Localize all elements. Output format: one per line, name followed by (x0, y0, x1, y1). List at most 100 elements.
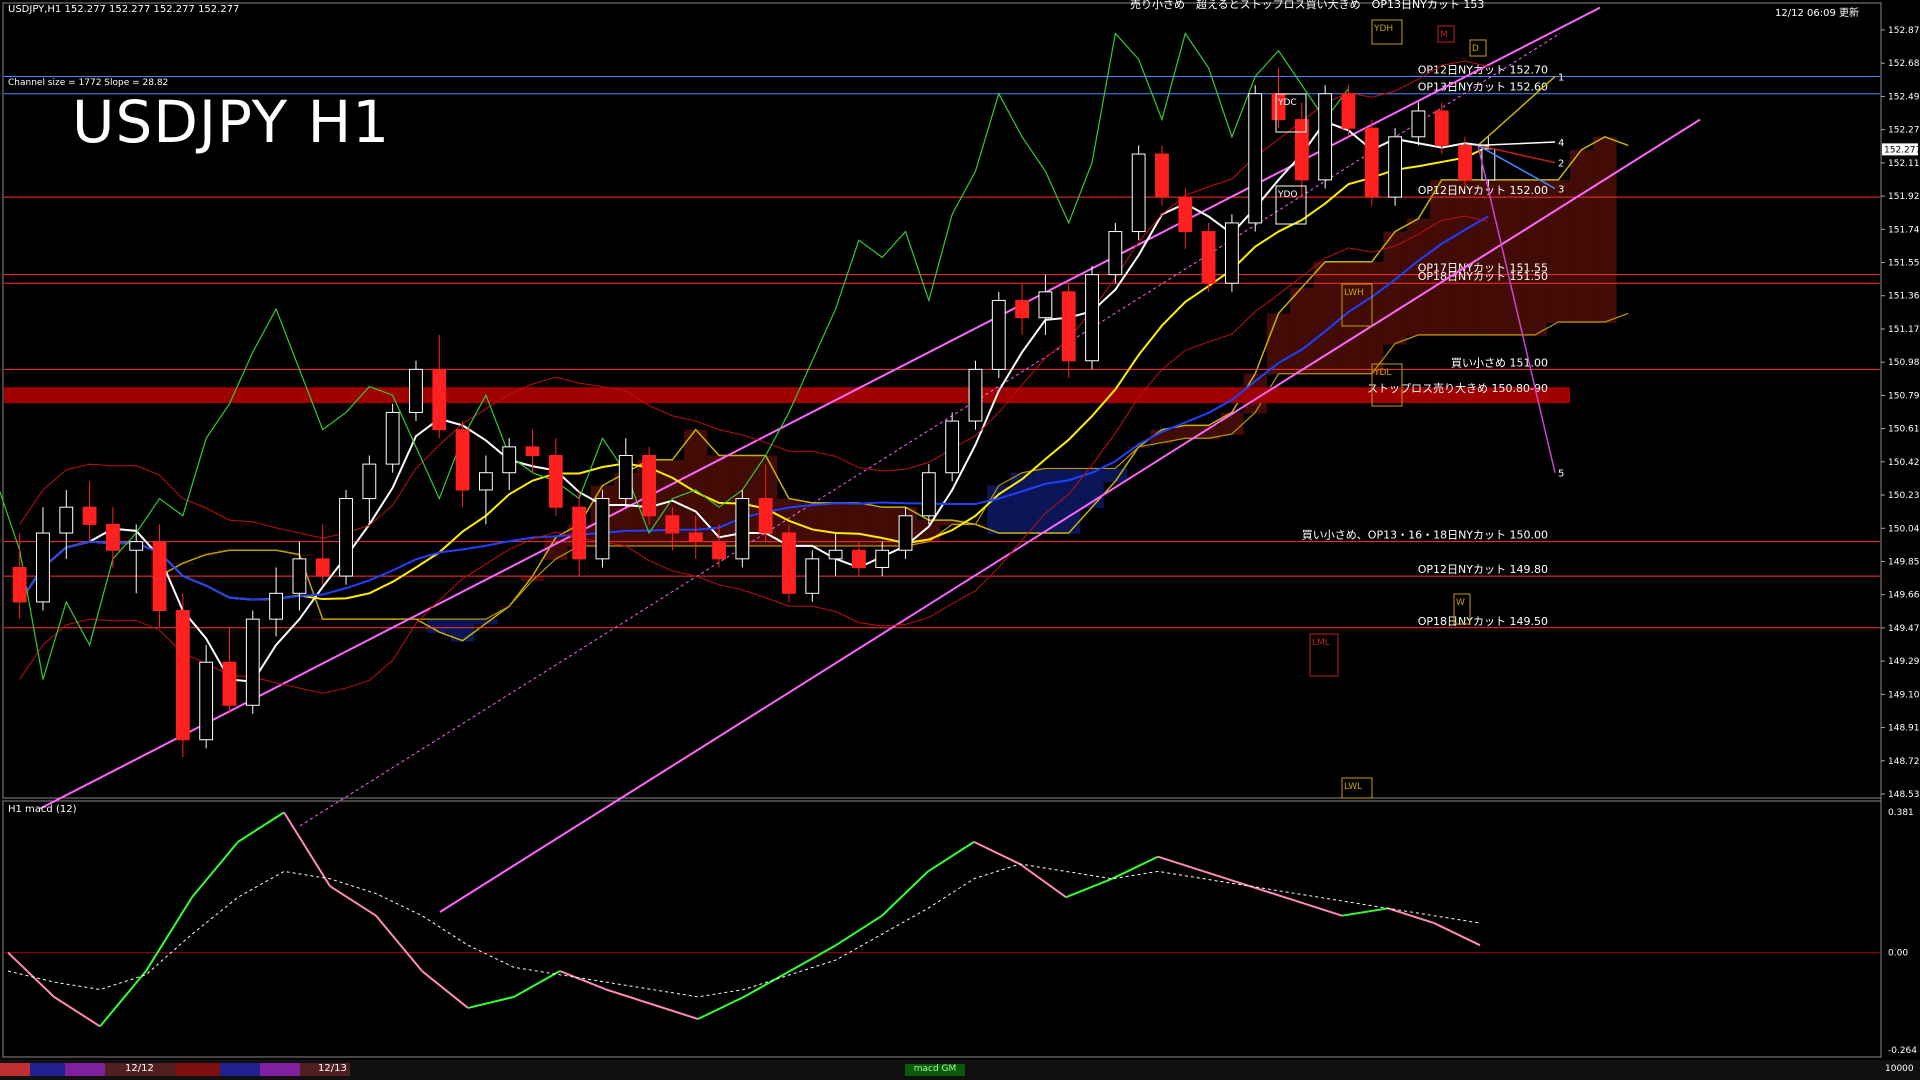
macd-segment (697, 995, 745, 1020)
candle-body (222, 661, 237, 706)
macd-segment (375, 915, 423, 972)
candle-body (1341, 93, 1356, 129)
cloud-segment (1313, 261, 1337, 375)
channel-info: Channel size = 1772 Slope = 28.82 (8, 78, 169, 88)
y-tick-label: 150.040 (1888, 524, 1920, 534)
current-price-label: 152.277 (1884, 145, 1920, 155)
candle-body (409, 368, 423, 413)
candle-body (59, 506, 74, 534)
price-level-label: ストップロス売り大きめ 150.80-90 (1367, 381, 1548, 395)
y-tick-label: 150.610 (1888, 425, 1920, 435)
session-block (65, 1063, 105, 1076)
candle-body (315, 558, 330, 577)
candle-body (968, 368, 983, 422)
projection-label: 5 (1558, 469, 1564, 480)
macd-segment (1387, 907, 1435, 925)
y-tick-label: 151.175 (1888, 325, 1920, 335)
session-block (0, 1063, 30, 1076)
price-level-label: 買い小さめ、OP13・16・18日NYカット 150.00 (1302, 529, 1548, 542)
y-tick-label: 152.495 (1888, 92, 1920, 102)
y-tick-label: 149.475 (1888, 624, 1920, 634)
candle-body (735, 498, 750, 560)
projection-label: 3 (1558, 184, 1564, 195)
price-chart[interactable]: OP12日NYカット 152.70OP13日NYカット 152.60OP12日N… (0, 0, 1920, 1080)
cloud-segment (427, 619, 451, 634)
candle-body (82, 506, 97, 525)
cloud-segment (1500, 179, 1524, 336)
candle-body (175, 610, 190, 741)
candle-body (385, 411, 400, 465)
macd-segment (7, 951, 55, 998)
period-box-label: W (1456, 598, 1465, 608)
price-level-label: OP12日NYカット 149.80 (1418, 563, 1548, 576)
candle-body (572, 506, 587, 560)
macd-segment (973, 840, 1021, 865)
y-tick-label: 151.550 (1888, 259, 1920, 269)
candle-body (455, 429, 470, 491)
macd-segment (835, 914, 883, 947)
y-tick-label: 152.277 (1888, 126, 1920, 136)
candle-body (1108, 231, 1123, 276)
candle-body (199, 661, 214, 741)
macd-segment (651, 1003, 699, 1020)
macd-segment (237, 811, 285, 843)
y-tick-label: 148.725 (1888, 757, 1920, 767)
macd-segment (881, 870, 929, 917)
candle-body (712, 541, 726, 560)
macd-segment (1341, 907, 1389, 917)
y-tick-label: 151.925 (1888, 192, 1920, 202)
candle-body (1248, 93, 1263, 224)
candle-body (595, 498, 610, 560)
cloud-segment (870, 507, 894, 547)
candles (12, 67, 1496, 757)
candle-body (665, 515, 680, 534)
candle-body (152, 541, 167, 612)
cloud-segment (1266, 313, 1291, 375)
macd-segment (1433, 922, 1481, 947)
datetime-top-right: 12/12 06:09 更新 (1775, 8, 1859, 19)
cloud-segment (1523, 179, 1547, 336)
price-level-label: 買い小さめ 151.00 (1451, 356, 1548, 369)
y-tick-label: 148.535 (1888, 790, 1920, 800)
indicator-label: H1 macd (12) (8, 804, 77, 815)
candle-body (921, 472, 936, 517)
candle-body (245, 618, 260, 706)
y-tick-label: 152.680 (1888, 59, 1920, 69)
macd-segment (513, 970, 561, 998)
period-box-label: M (1440, 30, 1448, 40)
cloud-segment (987, 485, 1011, 535)
y-axis: 152.870 152.680 152.495 152.277 152.115 151.9… (1881, 26, 1920, 800)
candle-body (828, 549, 843, 560)
candle-body (105, 523, 120, 551)
macd-segment (467, 995, 515, 1009)
stop-loss-band (4, 387, 1570, 404)
candle-body (642, 454, 657, 517)
y-tick-label: 149.100 (1888, 690, 1920, 700)
cloud-segment (1033, 468, 1058, 535)
y-tick-label: 150.985 (1888, 358, 1920, 368)
y-tick-label: 149.855 (1888, 557, 1920, 567)
cloud-segment (847, 502, 871, 547)
candle-body (269, 592, 284, 620)
period-box-label: YDO (1277, 190, 1298, 200)
candle-body (1061, 291, 1076, 362)
projection-line (1477, 141, 1556, 147)
period-box-label: YDL (1373, 368, 1391, 378)
candle-body (1411, 110, 1426, 138)
price-level-label: OP12日NYカット 152.00 (1418, 184, 1548, 197)
candle-body (1155, 153, 1169, 198)
projection-label: 4 (1558, 138, 1564, 149)
session-block (220, 1063, 260, 1076)
macd-segment (1295, 899, 1343, 917)
session-block (260, 1063, 300, 1076)
macd-tick-label: -0.264 (1888, 1046, 1917, 1056)
status-tab[interactable]: macd GM (905, 1064, 965, 1076)
y-tick-label: 148.910 (1888, 724, 1920, 734)
date-label-2: 12/13 (318, 1063, 347, 1074)
y-tick-label: 150.795 (1888, 391, 1920, 401)
candle-body (1201, 231, 1216, 284)
top-banner: 売り小さめ 超えるとストップロス買い大きめ OP13日NYカット 153 (1130, 0, 1485, 11)
candle-body (851, 549, 866, 568)
candle-body (782, 532, 796, 594)
chart-window: OP12日NYカット 152.70 OP13日NYカット 152.60 OP12日N… (0, 0, 1920, 1080)
